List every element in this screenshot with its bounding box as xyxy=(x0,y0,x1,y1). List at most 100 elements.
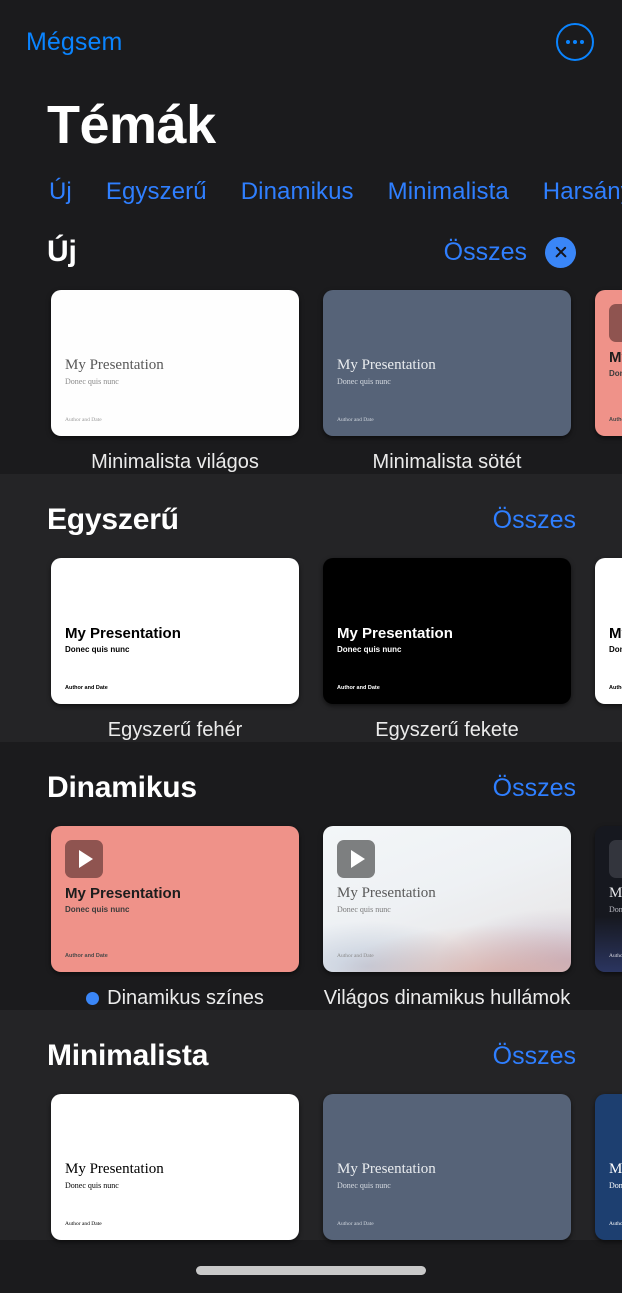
section-header-actions: Összes xyxy=(493,774,576,803)
slide-title: My Presentation xyxy=(65,357,164,374)
theme-thumbnail[interactable]: My Presentation Donec quis nunc Author and… xyxy=(51,558,299,705)
section-header: Egyszerű Összes xyxy=(0,474,622,540)
theme-card[interactable]: My Presentation Donec quis nunc Author and… xyxy=(323,1094,571,1241)
slide-footer: Author and Date xyxy=(337,416,374,423)
theme-card[interactable]: My Presentation Donec quis nunc Author and… xyxy=(323,290,571,474)
theme-caption-row: Minimalista világos xyxy=(51,451,299,474)
slide-subtitle: Donec quis nunc xyxy=(609,905,622,915)
theme-card[interactable]: My Presentation Donec quis nunc Author and… xyxy=(595,826,622,1010)
slide-subtitle: Donec quis nunc xyxy=(337,645,402,655)
section-header-actions: Összes xyxy=(444,236,576,268)
tab-1[interactable]: Egyszerű xyxy=(106,178,207,206)
section-title: Egyszerű xyxy=(47,503,179,537)
theme-card[interactable]: My Presentation Donec quis nunc Author and… xyxy=(51,1094,299,1241)
theme-thumbnail[interactable]: My Presentation Donec quis nunc Author and… xyxy=(51,826,299,973)
theme-thumbnail[interactable]: My Presentation Donec quis nunc Author and… xyxy=(51,1094,299,1241)
ellipsis-dot xyxy=(573,40,577,44)
tab-3[interactable]: Minimalista xyxy=(388,178,509,206)
slide-title: My Presentation xyxy=(337,357,436,374)
theme-thumbnail[interactable]: My Presentation Donec quis nunc Author and… xyxy=(323,826,571,973)
section-title: Minimalista xyxy=(47,1039,209,1073)
theme-card[interactable]: My Presentation Donec quis nunc Author and… xyxy=(595,558,622,742)
slide-footer: Author and Date xyxy=(65,952,108,959)
slide-title: My Presentation xyxy=(337,1161,436,1178)
slide-footer: Author and Date xyxy=(609,684,622,691)
close-circle-icon[interactable] xyxy=(545,236,576,268)
theme-card[interactable]: My Presentation Donec quis nunc Author and… xyxy=(595,290,622,474)
slide-footer: Author and Date xyxy=(337,684,380,691)
slide-subtitle: Donec quis nunc xyxy=(65,905,130,915)
home-indicator[interactable] xyxy=(196,1266,426,1275)
theme-caption: Dinamikus színes xyxy=(107,987,264,1010)
theme-card[interactable]: My Presentation Donec quis nunc Author and… xyxy=(51,558,299,742)
slide-footer: Author and Date xyxy=(609,952,622,959)
theme-caption: Világos dinamikus hullámok xyxy=(323,987,571,1010)
theme-caption-row: Egyszerű fehér xyxy=(51,719,299,742)
see-all-link[interactable]: Összes xyxy=(493,1042,576,1071)
slide-subtitle: Donec quis nunc xyxy=(65,645,130,655)
theme-thumbnail[interactable]: My Presentation Donec quis nunc Author and… xyxy=(323,290,571,437)
theme-card-row[interactable]: My Presentation Donec quis nunc Author and… xyxy=(0,272,622,474)
slide-subtitle: Donec quis nunc xyxy=(609,369,622,379)
theme-card[interactable]: My Presentation Donec quis nunc Author and… xyxy=(595,1094,622,1241)
theme-card-row[interactable]: My Presentation Donec quis nunc Author and… xyxy=(0,808,622,1010)
theme-card-row[interactable]: My Presentation Donec quis nunc Author and… xyxy=(0,1076,622,1241)
slide-subtitle: Donec quis nunc xyxy=(337,377,391,387)
theme-card[interactable]: My Presentation Donec quis nunc Author and… xyxy=(51,290,299,474)
slide-title: My Presentation xyxy=(65,1161,164,1178)
slide-subtitle: Donec quis nunc xyxy=(609,645,622,655)
theme-thumbnail[interactable]: My Presentation Donec quis nunc Author and… xyxy=(595,290,622,437)
theme-section: Új Összes My Presentation Donec quis nunc Au… xyxy=(0,206,622,474)
theme-card[interactable]: My Presentation Donec quis nunc Author and… xyxy=(323,558,571,742)
slide-preview: My Presentation Donec quis nunc Author and… xyxy=(595,290,622,436)
see-all-link[interactable]: Összes xyxy=(493,506,576,535)
ellipsis-dot xyxy=(580,40,584,44)
theme-caption: Minimalista világos xyxy=(91,451,259,474)
slide-preview: My Presentation Donec quis nunc Author and… xyxy=(323,826,571,972)
slide-preview: My Presentation Donec quis nunc Author and… xyxy=(595,558,622,704)
theme-card-row[interactable]: My Presentation Donec quis nunc Author and… xyxy=(0,540,622,742)
slide-title: My Presentation xyxy=(609,349,622,367)
theme-caption-row: Minimalista sötét xyxy=(323,451,571,474)
theme-thumbnail[interactable]: My Presentation Donec quis nunc Author and… xyxy=(323,558,571,705)
slide-subtitle: Donec quis nunc xyxy=(337,905,391,915)
see-all-link[interactable]: Összes xyxy=(493,774,576,803)
theme-caption-row: Világos dinamikus hullámok xyxy=(323,987,571,1010)
slide-title: My Presentation xyxy=(609,885,622,902)
theme-thumbnail[interactable]: My Presentation Donec quis nunc Author and… xyxy=(51,290,299,437)
section-header: Dinamikus Összes xyxy=(0,742,622,808)
theme-caption: Egyszerű fekete xyxy=(375,719,519,742)
see-all-link[interactable]: Összes xyxy=(444,238,527,267)
slide-title: My Presentation xyxy=(337,885,436,902)
cancel-button[interactable]: Mégsem xyxy=(26,28,122,57)
slide-preview: My Presentation Donec quis nunc Author and… xyxy=(595,826,622,972)
slide-preview: My Presentation Donec quis nunc Author and… xyxy=(323,1094,571,1240)
theme-thumbnail[interactable]: My Presentation Donec quis nunc Author and… xyxy=(323,1094,571,1241)
section-header: Minimalista Összes xyxy=(0,1010,622,1076)
themes-picker-screen: Mégsem Témák Új Egyszerű Dinamikus Minimali… xyxy=(0,0,622,1293)
slide-preview: My Presentation Donec quis nunc Author and… xyxy=(323,558,571,704)
ellipsis-circle-icon[interactable] xyxy=(556,23,594,61)
section-header-actions: Összes xyxy=(493,1042,576,1071)
slide-footer: Author and Date xyxy=(609,416,622,423)
theme-thumbnail[interactable]: My Presentation Donec quis nunc Author and… xyxy=(595,558,622,705)
theme-section: Egyszerű Összes My Presentation Donec quis … xyxy=(0,474,622,743)
sections-list: Új Összes My Presentation Donec quis nunc Au… xyxy=(0,206,622,1241)
theme-thumbnail[interactable]: My Presentation Donec quis nunc Author and… xyxy=(595,1094,622,1241)
tab-2[interactable]: Dinamikus xyxy=(241,178,354,206)
tab-4[interactable]: Harsány xyxy=(543,178,622,206)
section-title: Dinamikus xyxy=(47,771,197,805)
slide-title: My Presentation xyxy=(337,625,453,643)
theme-caption-row: Dinamikus színes xyxy=(51,987,299,1010)
play-triangle xyxy=(351,850,365,869)
theme-card[interactable]: My Presentation Donec quis nunc Author and… xyxy=(51,826,299,1010)
slide-title: My Presentation xyxy=(609,1161,622,1178)
ellipsis-dot xyxy=(566,40,570,44)
theme-thumbnail[interactable]: My Presentation Donec quis nunc Author and… xyxy=(595,826,622,973)
slide-footer: Author and Date xyxy=(337,952,374,959)
tab-0[interactable]: Új xyxy=(49,178,72,206)
theme-card[interactable]: My Presentation Donec quis nunc Author and… xyxy=(323,826,571,1010)
slide-footer: Author and Date xyxy=(65,416,102,423)
slide-preview: My Presentation Donec quis nunc Author and… xyxy=(51,1094,299,1240)
slide-footer: Author and Date xyxy=(65,684,108,691)
